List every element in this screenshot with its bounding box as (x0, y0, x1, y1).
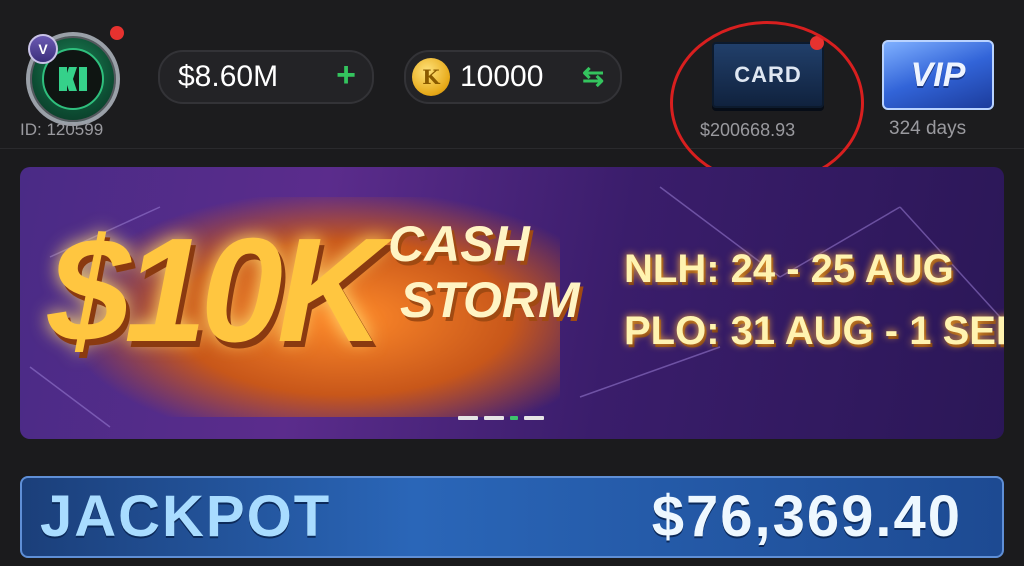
card-button[interactable]: CARD (712, 42, 824, 108)
vip-button[interactable]: VIP (882, 40, 994, 110)
user-id-label: ID: 120599 (20, 120, 104, 139)
exchange-icon[interactable]: ⇆ (582, 61, 604, 92)
jackpot-bar[interactable]: JACKPOT $76,369.40 (20, 476, 1004, 558)
coin-icon: K (412, 58, 450, 96)
banner-storm-text: STORM (400, 272, 580, 328)
coins-pill[interactable]: K 10000 ⇆ (404, 50, 622, 104)
vip-days-remaining: 324 days (889, 118, 967, 139)
banner-nlh-dates: NLH: 24 - 25 AUG (624, 247, 954, 291)
vip-level-badge: V (28, 34, 58, 64)
banner-plo-dates: PLO: 31 AUG - 1 SEP (624, 309, 1004, 353)
avatar-button[interactable]: V (26, 26, 126, 126)
carousel-dot[interactable] (510, 416, 518, 420)
add-funds-icon[interactable]: + (336, 58, 356, 92)
card-notification-dot (810, 36, 824, 50)
balance-value: $8.60M (178, 60, 279, 93)
card-button-label: CARD (734, 62, 802, 87)
carousel-dot[interactable] (484, 416, 504, 420)
card-value: $200668.93 (700, 120, 796, 140)
balance-pill[interactable]: $8.60M + (158, 50, 374, 104)
carousel-dot[interactable] (458, 416, 478, 420)
banner-cash-text: CASH (388, 216, 530, 272)
carousel-indicator[interactable] (458, 416, 544, 420)
banner-amount: $10K (48, 208, 384, 373)
vip-button-label: VIP (910, 55, 966, 94)
top-bar: V ID: 120599 $8.60M + K 10000 ⇆ CARD $20… (0, 0, 1024, 185)
promo-banner[interactable]: $10K CASH STORM NLH: 24 - 25 AUG PLO: 31… (20, 167, 1004, 439)
carousel-dot[interactable] (524, 416, 544, 420)
jackpot-label: JACKPOT (40, 484, 332, 549)
coins-value: 10000 (460, 60, 544, 93)
jackpot-amount: $76,369.40 (651, 484, 962, 549)
notification-dot (110, 26, 124, 40)
